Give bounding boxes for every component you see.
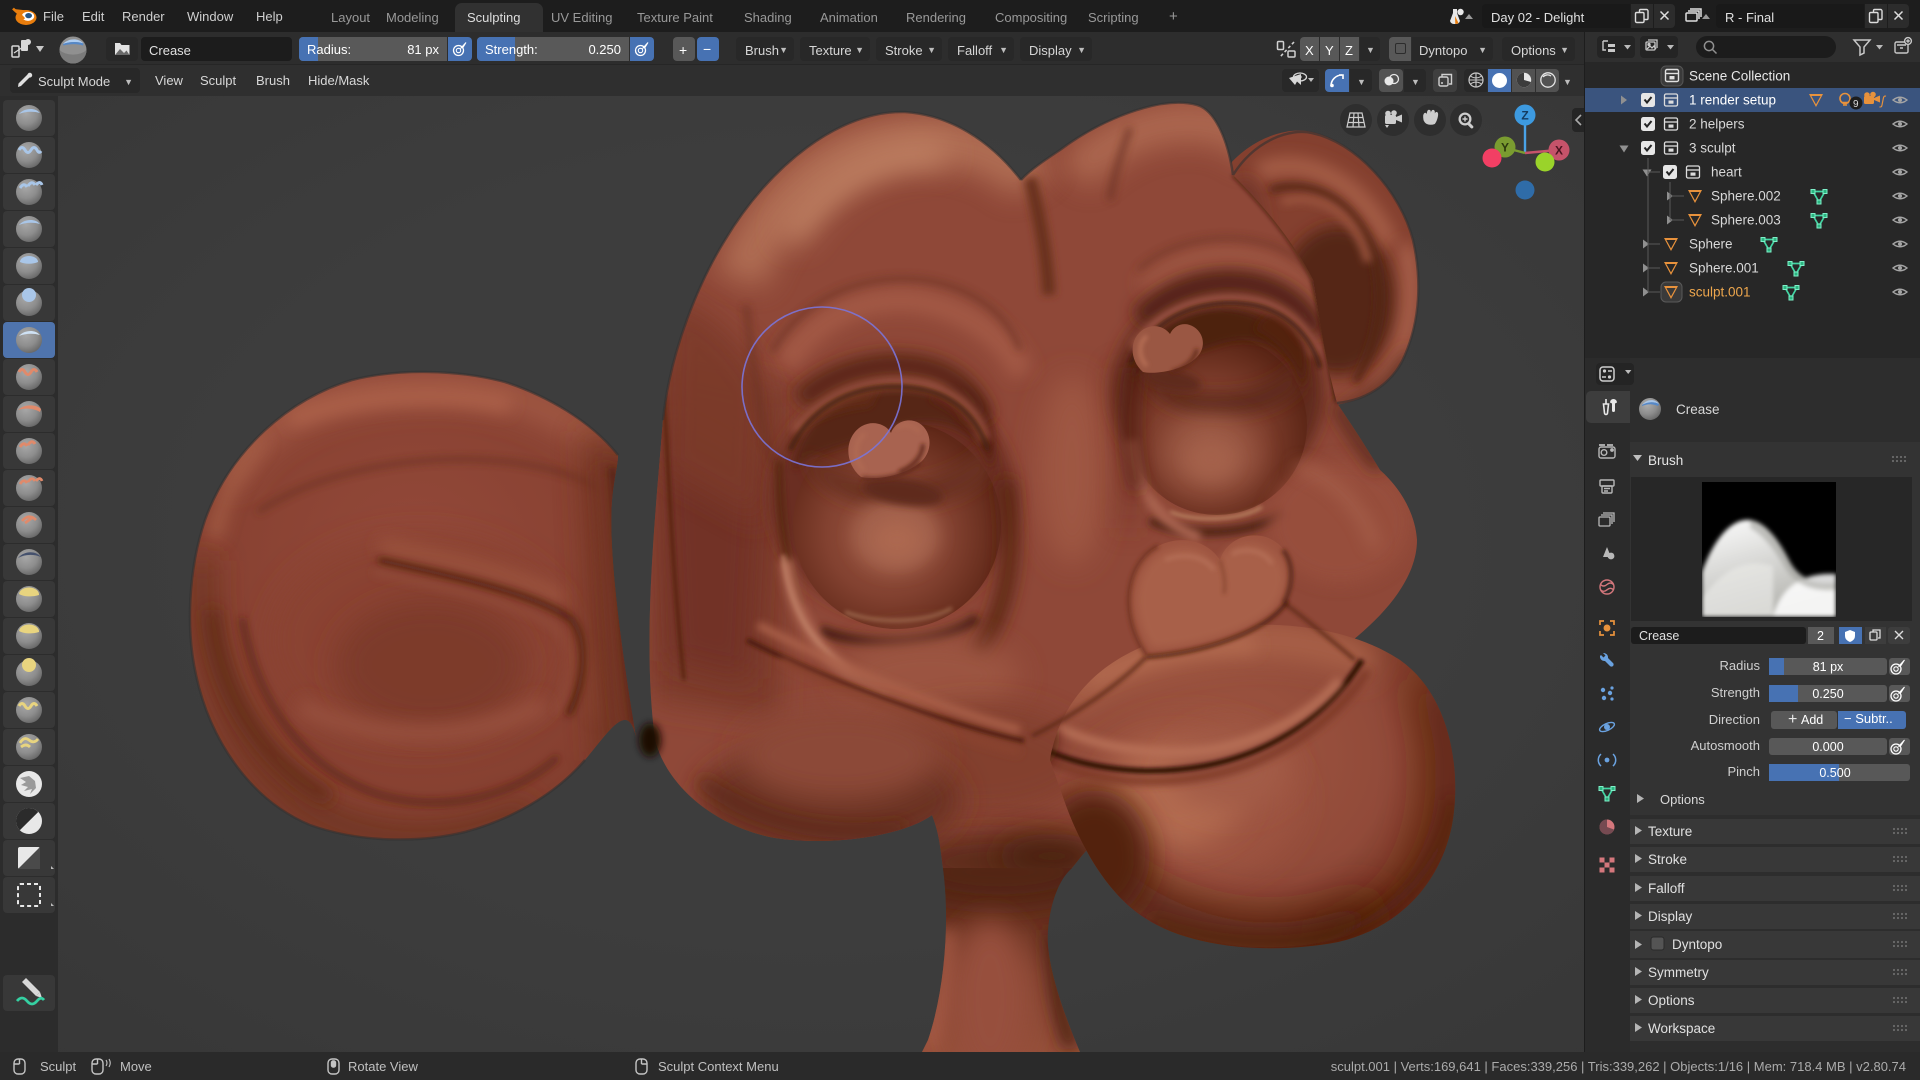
svg-text:Autosmooth: Autosmooth [1691,738,1760,753]
svg-text:0.000: 0.000 [1812,740,1843,754]
svg-text:Stroke: Stroke [1648,852,1687,867]
svg-text:X: X [1555,144,1563,158]
svg-text:2 helpers: 2 helpers [1689,117,1745,132]
svg-text:sculpt.001: sculpt.001 [1689,285,1751,300]
svg-text:Options: Options [1648,993,1695,1008]
svg-text:Sculpt Context Menu: Sculpt Context Menu [658,1059,779,1074]
svg-text:Pinch: Pinch [1727,764,1760,779]
svg-text:Y: Y [1501,141,1509,155]
svg-text:Options: Options [1660,792,1705,807]
svg-text:Sculpt: Sculpt [40,1059,77,1074]
svg-text:Sphere.003: Sphere.003 [1711,213,1781,228]
svg-text:0.250: 0.250 [1812,687,1843,701]
svg-text:Symmetry: Symmetry [1648,965,1709,980]
svg-text:2: 2 [1817,629,1824,643]
svg-text:Scene Collection: Scene Collection [1689,69,1790,84]
svg-text:81 px: 81 px [1813,660,1844,674]
svg-text:heart: heart [1711,165,1742,180]
svg-text:Sphere: Sphere [1689,237,1733,252]
svg-text:Radius: Radius [1720,658,1761,673]
svg-text:Rotate View: Rotate View [348,1059,418,1074]
svg-text:Display: Display [1648,909,1693,924]
svg-text:Move: Move [120,1059,152,1074]
svg-text:Sphere.002: Sphere.002 [1711,189,1781,204]
svg-text:+: + [1788,711,1797,728]
svg-text:Falloff: Falloff [1648,881,1685,896]
svg-text:Sphere.001: Sphere.001 [1689,261,1759,276]
svg-text:Workspace: Workspace [1648,1021,1715,1036]
svg-text:Direction: Direction [1709,712,1760,727]
svg-text:Z: Z [1521,109,1528,123]
svg-text:sculpt.001 | Verts:169,641 | F: sculpt.001 | Verts:169,641 | Faces:339,2… [1331,1059,1906,1074]
svg-text:Add: Add [1801,713,1823,727]
svg-text:Dyntopo: Dyntopo [1672,937,1722,952]
svg-text:Crease: Crease [1639,629,1679,643]
svg-text:Texture: Texture [1648,824,1692,839]
svg-text:1 render setup: 1 render setup [1689,93,1776,108]
svg-text:9: 9 [1853,99,1859,110]
svg-text:− Subtr..: − Subtr.. [1844,711,1893,726]
svg-text:3 sculpt: 3 sculpt [1689,141,1736,156]
svg-text:Crease: Crease [1676,402,1720,417]
svg-text:0.500: 0.500 [1819,766,1850,780]
svg-text:Brush: Brush [1648,453,1683,468]
svg-text:Strength: Strength [1711,685,1760,700]
